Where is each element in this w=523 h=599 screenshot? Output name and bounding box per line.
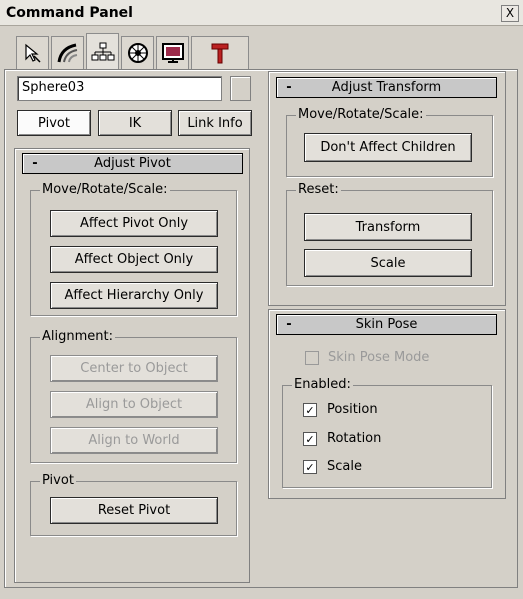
center-to-object-button[interactable]: Center to Object: [50, 355, 218, 382]
check-icon: ✓: [305, 460, 315, 474]
ik-button[interactable]: IK: [98, 110, 172, 136]
rotation-checkbox[interactable]: ✓: [303, 432, 317, 446]
tab-create[interactable]: [16, 36, 49, 69]
group-label: Reset:: [296, 182, 341, 197]
group-label: Move/Rotate/Scale:: [40, 182, 170, 197]
tab-motion[interactable]: [121, 36, 154, 69]
check-icon: ✓: [305, 432, 315, 446]
position-label: Position: [327, 402, 378, 417]
rollout-title: Skin Pose: [355, 317, 418, 332]
affect-object-only-button[interactable]: Affect Object Only: [50, 246, 218, 273]
curve-icon: [57, 43, 77, 63]
transform-button[interactable]: Transform: [304, 213, 472, 241]
skin-pose-mode-label: Skin Pose Mode: [328, 350, 430, 365]
skin-pose-rollout-header[interactable]: - Skin Pose: [276, 314, 497, 335]
link-info-button[interactable]: Link Info: [178, 110, 252, 136]
object-color-swatch[interactable]: [230, 76, 251, 101]
group-label: Enabled:: [292, 377, 353, 392]
tab-display[interactable]: [156, 36, 189, 69]
dont-affect-children-button[interactable]: Don't Affect Children: [304, 133, 472, 162]
monitor-icon: [161, 43, 184, 63]
wheel-icon: [127, 43, 148, 63]
collapse-toggle[interactable]: -: [277, 317, 301, 332]
group-label: Pivot: [40, 473, 76, 488]
title-bar: Command Panel X: [0, 0, 523, 26]
adjust-pivot-rollout-header[interactable]: - Adjust Pivot: [22, 153, 243, 174]
check-icon: ✓: [305, 403, 315, 417]
group-label: Move/Rotate/Scale:: [296, 107, 426, 122]
reset-pivot-button[interactable]: Reset Pivot: [50, 497, 218, 524]
close-button[interactable]: X: [501, 5, 519, 22]
scale-checkbox[interactable]: ✓: [303, 460, 317, 474]
tab-utilities[interactable]: [191, 36, 249, 69]
rotation-label: Rotation: [327, 431, 382, 446]
tab-hierarchy[interactable]: [86, 33, 119, 70]
rollout-title: Adjust Pivot: [94, 156, 171, 171]
collapse-toggle[interactable]: -: [277, 80, 301, 95]
align-to-world-button[interactable]: Align to World: [50, 427, 218, 454]
collapse-toggle[interactable]: -: [23, 156, 47, 171]
scale-button[interactable]: Scale: [304, 249, 472, 277]
hierarchy-icon: [91, 42, 114, 61]
skin-pose-mode-checkbox[interactable]: [305, 351, 319, 365]
group-label: Alignment:: [40, 329, 115, 344]
rollout-title: Adjust Transform: [331, 80, 442, 95]
window-title: Command Panel: [6, 5, 133, 21]
tab-modify[interactable]: [51, 36, 84, 69]
affect-pivot-only-button[interactable]: Affect Pivot Only: [50, 210, 218, 237]
object-name-field[interactable]: Sphere03: [17, 76, 222, 101]
align-to-object-button[interactable]: Align to Object: [50, 391, 218, 418]
pointer-icon: [24, 43, 41, 63]
position-checkbox[interactable]: ✓: [303, 403, 317, 417]
hammer-icon: [211, 43, 229, 64]
affect-hierarchy-only-button[interactable]: Affect Hierarchy Only: [50, 282, 218, 309]
scale-label: Scale: [327, 459, 362, 474]
adjust-transform-rollout-header[interactable]: - Adjust Transform: [276, 77, 497, 98]
pivot-button[interactable]: Pivot: [17, 110, 91, 136]
